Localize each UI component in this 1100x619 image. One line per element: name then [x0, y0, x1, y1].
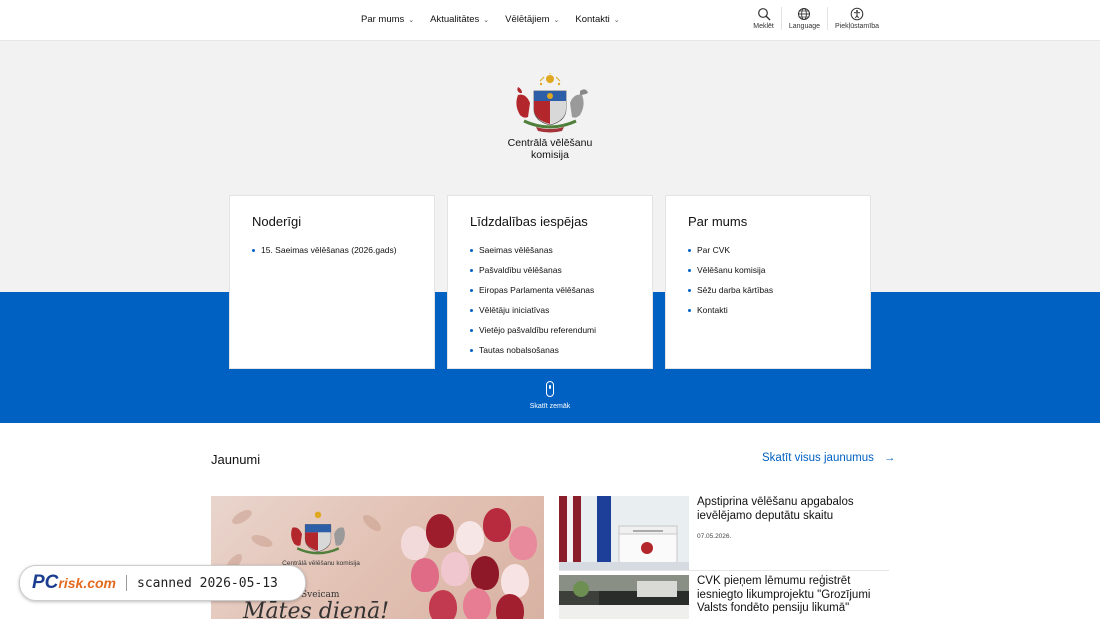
scroll-hint-label: Skatīt zemāk: [529, 403, 571, 410]
card-link[interactable]: Saeimas vēlēšanas: [470, 245, 630, 255]
card-link[interactable]: Eiropas Parlamenta vēlēšanas: [470, 285, 630, 295]
card-title: Līdzdalības iespējas: [470, 214, 588, 229]
tulip-decoration: [483, 508, 511, 542]
card-link-list: 15. Saeimas vēlēšanas (2026.gads): [252, 245, 412, 255]
news-thumbnail[interactable]: [559, 575, 689, 619]
news-date: 07.05.2026.: [697, 533, 732, 540]
card-link[interactable]: Pašvaldību vēlēšanas: [470, 265, 630, 275]
nav-item-par-mums[interactable]: Par mums ⌄: [361, 14, 414, 25]
language-label: Language: [788, 23, 821, 30]
tulip-decoration: [496, 594, 524, 619]
nav-item-label: Kontakti: [575, 14, 610, 25]
news-thumbnail[interactable]: [559, 496, 689, 570]
card-link-list: Saeimas vēlēšanas Pašvaldību vēlēšanas E…: [470, 245, 630, 355]
feature-script-text: Mātes dienā!: [243, 599, 390, 619]
pcrisk-logo-pc: PC: [32, 572, 59, 593]
news-text: Apstiprina vēlēšanu apgabalos ievēlējamo…: [697, 496, 887, 540]
pcrisk-watermark: PC risk.com scanned 2026-05-13: [19, 565, 306, 601]
nav-item-label: Vēlētājiem: [505, 14, 550, 25]
tulip-decoration: [463, 588, 491, 619]
main-nav: Par mums ⌄ Aktualitātes ⌄ Vēlētājiem ⌄ K…: [361, 14, 620, 25]
watermark-separator: [126, 575, 127, 591]
nav-item-kontakti[interactable]: Kontakti ⌄: [575, 14, 619, 25]
card-link[interactable]: Sēžu darba kārtības: [688, 285, 848, 295]
mouse-icon: [546, 381, 554, 397]
top-navigation-bar: Par mums ⌄ Aktualitātes ⌄ Vēlētājiem ⌄ K…: [0, 0, 1100, 41]
tulip-decoration: [426, 514, 454, 548]
chevron-down-icon: ⌄: [483, 16, 490, 24]
ballot-box-photo: [559, 496, 689, 570]
news-text: CVK pieņem lēmumu reģistrēt iesniegto li…: [697, 575, 887, 616]
chevron-down-icon: ⌄: [613, 16, 620, 24]
nav-item-label: Par mums: [361, 14, 405, 25]
chevron-down-icon: ⌄: [408, 16, 415, 24]
organization-name: Centrālā vēlēšanu komisija: [507, 137, 593, 161]
card-link[interactable]: Tautas nobalsošanas: [470, 345, 630, 355]
office-photo: [559, 575, 689, 619]
card-about: Par mums Par CVK Vēlēšanu komisija Sēžu …: [665, 195, 871, 369]
card-useful: Noderīgi 15. Saeimas vēlēšanas (2026.gad…: [229, 195, 435, 369]
search-icon: [757, 8, 771, 21]
leaf-decoration: [360, 512, 384, 534]
card-link[interactable]: Par CVK: [688, 245, 848, 255]
card-link[interactable]: Vietējo pašvaldību referendumi: [470, 325, 630, 335]
card-title: Par mums: [688, 214, 748, 229]
tulip-decoration: [501, 564, 529, 598]
leaf-decoration: [229, 507, 255, 527]
card-link[interactable]: Vēlēšanu komisija: [688, 265, 848, 275]
pcrisk-logo-risk: risk.com: [58, 575, 116, 591]
watermark-scan-date: scanned 2026-05-13: [137, 575, 278, 591]
leaf-decoration: [249, 532, 275, 550]
scroll-down-hint[interactable]: Skatīt zemāk: [520, 381, 580, 410]
news-divider: [559, 570, 889, 571]
news-headline[interactable]: CVK pieņem lēmumu reģistrēt iesniegto li…: [697, 575, 887, 616]
tulip-decoration: [411, 558, 439, 592]
tulip-decoration: [471, 556, 499, 590]
nav-item-aktualitates[interactable]: Aktualitātes ⌄: [430, 14, 489, 25]
nav-item-label: Aktualitātes: [430, 14, 480, 25]
tulip-decoration: [456, 521, 484, 555]
header-tools: Meklēt Language Piekļūstamība: [746, 7, 886, 30]
coat-of-arms-logo[interactable]: [510, 73, 590, 133]
globe-icon: [798, 8, 811, 20]
accessibility-label: Piekļūstamība: [835, 23, 879, 30]
card-link[interactable]: Vēlētāju iniciatīvas: [470, 305, 630, 315]
tulip-decoration: [509, 526, 537, 560]
card-title: Noderīgi: [252, 214, 302, 229]
card-link[interactable]: Kontakti: [688, 305, 848, 315]
search-button[interactable]: Meklēt: [746, 7, 781, 30]
tulip-decoration: [401, 526, 429, 560]
search-label: Meklēt: [753, 23, 774, 30]
arrow-right-icon: →: [883, 452, 896, 464]
tulip-decoration: [429, 590, 457, 619]
news-section-title: Jaunumi: [211, 452, 261, 467]
pcrisk-logo: PC risk.com: [32, 572, 116, 594]
language-button[interactable]: Language: [780, 7, 827, 30]
view-all-news-link[interactable]: Skatīt visus jaunumus →: [762, 452, 895, 464]
accessibility-button[interactable]: Piekļūstamība: [827, 7, 886, 30]
card-participation: Līdzdalības iespējas Saeimas vēlēšanas P…: [447, 195, 653, 369]
accessibility-icon: [850, 7, 864, 21]
view-all-label: Skatīt visus jaunumus: [762, 452, 874, 464]
chevron-down-icon: ⌄: [553, 16, 560, 24]
news-headline[interactable]: Apstiprina vēlēšanu apgabalos ievēlējamo…: [697, 496, 887, 523]
coat-of-arms-logo: [291, 511, 345, 555]
tulip-decoration: [441, 552, 469, 586]
nav-item-veletajiem[interactable]: Vēlētājiem ⌄: [505, 14, 559, 25]
card-link-list: Par CVK Vēlēšanu komisija Sēžu darba kār…: [688, 245, 848, 315]
card-link[interactable]: 15. Saeimas vēlēšanas (2026.gads): [252, 245, 412, 255]
